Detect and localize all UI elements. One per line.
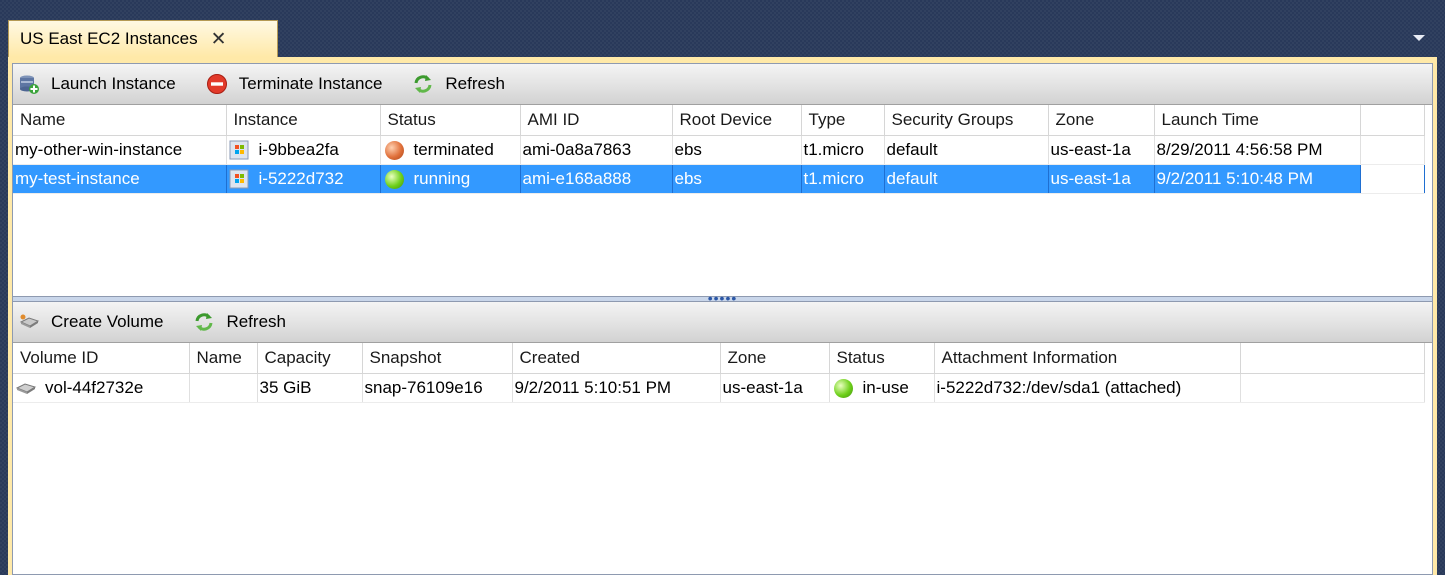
cell-name — [189, 373, 258, 403]
column-header-snapshot[interactable]: Snapshot — [362, 343, 513, 374]
cell-snapshot: snap-76109e16 — [362, 373, 513, 403]
status-terminated-icon — [384, 140, 404, 160]
volumes-table: Volume ID Name Capacity Snapshot Created… — [13, 343, 1425, 403]
create-volume-icon — [18, 311, 40, 333]
cell-type: t1.micro — [801, 164, 885, 194]
cell-name: my-other-win-instance — [13, 135, 227, 165]
column-header-capacity[interactable]: Capacity — [257, 343, 363, 374]
instances-header-row: Name Instance Status AMI ID Root Device … — [13, 105, 1425, 136]
column-header-attachment-information[interactable]: Attachment Information — [934, 343, 1241, 374]
cell-ami-id: ami-e168a888 — [520, 164, 673, 194]
close-icon[interactable]: ✕ — [211, 30, 227, 49]
column-header-name[interactable]: Name — [13, 105, 227, 136]
status-running-icon — [384, 169, 404, 189]
volume-icon — [15, 381, 37, 395]
cell-zone: us-east-1a — [1048, 135, 1155, 165]
cell-attachment-information: i-5222d732:/dev/sda1 (attached) — [934, 373, 1241, 403]
column-header-filler — [1240, 343, 1425, 374]
column-header-volume-id[interactable]: Volume ID — [13, 343, 190, 374]
tab-title: US East EC2 Instances — [20, 29, 198, 48]
cell-security-groups: default — [884, 135, 1049, 165]
column-header-type[interactable]: Type — [801, 105, 885, 136]
refresh-icon — [412, 73, 434, 95]
column-header-launch-time[interactable]: Launch Time — [1154, 105, 1361, 136]
column-header-name[interactable]: Name — [189, 343, 258, 374]
windows-instance-icon — [229, 140, 249, 160]
terminate-instance-label: Terminate Instance — [238, 74, 383, 93]
cell-volume-id: vol-44f2732e — [45, 378, 144, 397]
launch-instance-button[interactable]: Launch Instance — [18, 73, 176, 95]
table-row[interactable]: vol-44f2732e 35 GiB snap-76109e16 9/2/20… — [13, 373, 1425, 403]
create-volume-label: Create Volume — [51, 312, 164, 331]
cell-root-device: ebs — [672, 135, 802, 165]
cell-instance: i-9bbea2fa — [258, 140, 339, 159]
cell-name: my-test-instance — [13, 164, 227, 194]
document-tab[interactable]: US East EC2 Instances ✕ — [8, 20, 278, 57]
refresh-icon — [193, 311, 215, 333]
launch-instance-label: Launch Instance — [51, 74, 176, 93]
terminate-instance-button[interactable]: Terminate Instance — [206, 73, 383, 95]
cell-root-device: ebs — [672, 164, 802, 194]
cell-created: 9/2/2011 5:10:51 PM — [512, 373, 721, 403]
column-header-filler — [1360, 105, 1425, 136]
column-header-instance[interactable]: Instance — [226, 105, 381, 136]
status-in-use-icon — [833, 378, 853, 398]
column-header-root-device[interactable]: Root Device — [672, 105, 802, 136]
column-header-status[interactable]: Status — [829, 343, 935, 374]
cell-security-groups: default — [884, 164, 1049, 194]
table-row[interactable]: my-other-win-instance i-9bbea2fa termina… — [13, 135, 1425, 165]
windows-instance-icon — [229, 169, 249, 189]
volumes-section: Create Volume Refresh Volume ID Name Cap… — [13, 302, 1432, 574]
refresh-label: Refresh — [445, 74, 505, 93]
cell-type: t1.micro — [801, 135, 885, 165]
create-volume-button[interactable]: Create Volume — [18, 311, 163, 333]
cell-zone: us-east-1a — [720, 373, 830, 403]
instances-toolbar: Launch Instance Terminate Instance Refre… — [13, 64, 1432, 105]
cell-launch-time: 9/2/2011 5:10:48 PM — [1154, 164, 1361, 194]
instances-table: Name Instance Status AMI ID Root Device … — [13, 105, 1425, 194]
cell-status: running — [413, 169, 471, 188]
cell-ami-id: ami-0a8a7863 — [520, 135, 673, 165]
cell-status: in-use — [862, 378, 909, 397]
launch-instance-icon — [18, 73, 40, 95]
column-header-status[interactable]: Status — [380, 105, 521, 136]
cell-status: terminated — [413, 140, 494, 159]
cell-launch-time: 8/29/2011 4:56:58 PM — [1154, 135, 1361, 165]
stop-icon — [206, 73, 228, 95]
column-header-zone[interactable]: Zone — [720, 343, 830, 374]
volumes-toolbar: Create Volume Refresh — [13, 302, 1432, 343]
cell-capacity: 35 GiB — [257, 373, 363, 403]
column-header-ami-id[interactable]: AMI ID — [520, 105, 673, 136]
refresh-instances-button[interactable]: Refresh — [412, 73, 505, 95]
column-header-zone[interactable]: Zone — [1048, 105, 1155, 136]
content-area: Launch Instance Terminate Instance Refre… — [12, 63, 1433, 575]
document-panel: Launch Instance Terminate Instance Refre… — [8, 57, 1437, 575]
refresh-label: Refresh — [226, 312, 286, 331]
table-row-selected[interactable]: my-test-instance i-5222d732 running ami-… — [13, 164, 1425, 194]
volumes-header-row: Volume ID Name Capacity Snapshot Created… — [13, 343, 1425, 374]
column-header-created[interactable]: Created — [512, 343, 721, 374]
cell-zone: us-east-1a — [1048, 164, 1155, 194]
refresh-volumes-button[interactable]: Refresh — [193, 311, 286, 333]
tab-dropdown-icon[interactable] — [1413, 35, 1425, 41]
column-header-security-groups[interactable]: Security Groups — [884, 105, 1049, 136]
cell-instance: i-5222d732 — [258, 169, 344, 188]
